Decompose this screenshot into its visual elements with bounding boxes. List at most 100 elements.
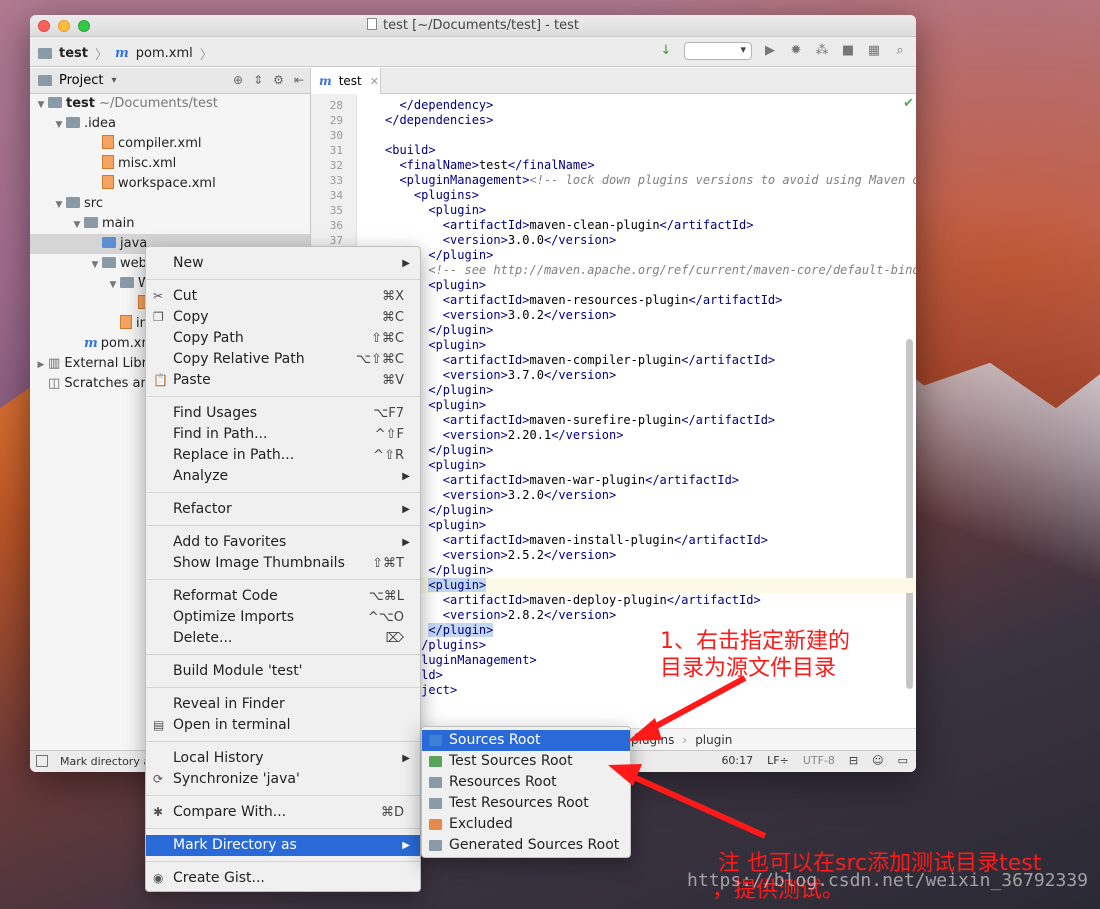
tree-row[interactable]: workspace.xml [30,174,310,194]
menu-item[interactable]: 📋 Paste ⌘V [146,370,420,391]
expand-arrow-icon[interactable]: ▼ [70,215,84,235]
tool-windows-icon[interactable] [36,755,48,767]
menu-item[interactable]: Local History ▶ [146,748,420,769]
submenu-item[interactable]: Test Resources Root [422,793,630,814]
menu-item[interactable]: Analyze ▶ [146,466,420,487]
debug-icon[interactable]: ✹ [788,43,804,59]
run-configuration-select[interactable] [684,42,752,60]
line-number: 28 [329,99,343,112]
editor-breadcrumb-item[interactable]: plugins [631,733,674,747]
lock-icon[interactable]: ⊟ [849,754,858,767]
expand-arrow-icon[interactable]: ▼ [52,195,66,215]
xml-tag: </plugin> [428,248,494,262]
menu-item[interactable]: ✱ Compare With... ⌘D [146,802,420,823]
menu-item[interactable]: Copy Relative Path ⌥⇧⌘C [146,349,420,370]
code-line: 32 <finalName>test</finalName> [311,158,916,173]
tree-item-label: test [66,96,95,111]
menu-item[interactable]: ✂ Cut ⌘X [146,286,420,307]
tree-row[interactable]: ▼ .idea [30,114,310,134]
code-line: 29 </dependencies> [311,113,916,128]
event-log-icon[interactable]: ▭ [898,754,908,767]
menu-item[interactable]: Show Image Thumbnails ⇧⌘T [146,553,420,574]
project-view-selector[interactable]: Project ▾ [38,73,117,88]
breadcrumb-project[interactable]: test [59,46,88,61]
tree-row[interactable]: compiler.xml [30,134,310,154]
project-structure-icon[interactable]: ▦ [866,43,882,59]
tree-item-label: .idea [84,116,116,131]
tab-pom[interactable]: m test ✕ [311,68,381,94]
menu-item[interactable]: Delete... ⌦ [146,628,420,649]
submenu-item[interactable]: Sources Root [422,730,630,751]
tree-row[interactable]: ▼ src [30,194,310,214]
hide-icon[interactable]: ⇤ [294,73,304,87]
menu-item[interactable]: Build Module 'test' [146,661,420,682]
submenu-item[interactable]: Excluded [422,814,630,835]
code-value: 2.5.2 [507,548,544,562]
menu-item[interactable]: Optimize Imports ^⌥O [146,607,420,628]
menu-item-label: Mark Directory as [173,837,297,853]
expand-arrow-icon[interactable]: ▼ [34,95,48,115]
folder-icon [429,756,442,767]
file-encoding[interactable]: UTF-8 [803,754,835,767]
status-widgets: 60:17 LF÷ UTF-8 ⊟ ☺ ▭ [721,754,908,767]
submenu-arrow-icon: ▶ [402,840,410,851]
menu-item-label: Reveal in Finder [173,696,285,712]
menu-item[interactable]: Refactor ▶ [146,499,420,520]
menu-item-icon: ▤ [153,718,165,732]
close-icon[interactable]: ✕ [370,75,379,88]
menu-item[interactable]: Mark Directory as ▶ [146,835,420,856]
menu-item[interactable]: ◉ Create Gist... [146,868,420,889]
stop-icon[interactable]: ■ [840,43,856,59]
folder-icon [66,117,80,128]
expand-arrow-icon[interactable]: ▶ [34,355,48,375]
menu-item[interactable]: Copy Path ⇧⌘C [146,328,420,349]
menu-item[interactable]: Reveal in Finder [146,694,420,715]
code-value: 2.20.1 [507,428,552,442]
submenu-item[interactable]: Test Sources Root [422,751,630,772]
locate-icon[interactable]: ⊕ [233,73,243,87]
menu-item[interactable]: Replace in Path... ^⇧R [146,445,420,466]
menu-item[interactable]: Add to Favorites ▶ [146,532,420,553]
menu-item-label: Build Module 'test' [173,663,303,679]
submenu-item-label: Resources Root [449,774,557,790]
run-icon[interactable]: ▶ [762,43,778,59]
menu-item-icon: ❐ [153,310,164,324]
expand-arrow-icon[interactable]: ▼ [88,255,102,275]
breadcrumb-file[interactable]: pom.xml [136,46,193,61]
submenu-item-label: Generated Sources Root [449,837,620,853]
tree-row[interactable]: ▼ test ~/Documents/test [30,94,310,114]
expand-arrow-icon[interactable]: ▼ [52,115,66,135]
line-separator[interactable]: LF÷ [767,754,789,767]
coverage-icon[interactable]: ⁂ [814,43,830,59]
xml-tag: </plugin> [428,623,494,637]
gear-icon[interactable]: ⚙ [273,73,284,87]
tree-row[interactable]: ▼ main [30,214,310,234]
search-icon[interactable]: ⌕ [892,43,908,59]
menu-item[interactable]: Reformat Code ⌥⌘L [146,586,420,607]
inspector-icon[interactable]: ☺ [872,754,883,767]
menu-item[interactable]: Find Usages ⌥F7 [146,403,420,424]
menu-item[interactable]: Find in Path... ^⇧F [146,424,420,445]
expand-arrow-icon[interactable]: ▼ [106,275,120,295]
tree-row[interactable]: misc.xml [30,154,310,174]
chevron-right-icon: 〉 [199,48,213,63]
sort-icon[interactable]: ↓ [658,43,674,59]
menu-item[interactable]: ⟳ Synchronize 'java' [146,769,420,790]
submenu-item[interactable]: Resources Root [422,772,630,793]
menu-item[interactable]: ❐ Copy ⌘C [146,307,420,328]
menu-item[interactable]: New ▶ [146,253,420,274]
line-number: 31 [329,144,343,157]
editor-breadcrumb-item[interactable]: plugin [695,733,732,747]
submenu-item[interactable]: Generated Sources Root [422,835,630,856]
xml-tag: </version> [543,308,617,322]
code-text: <artifactId>maven-clean-plugin</artifact… [385,218,754,233]
menu-separator [146,687,420,688]
code-text: <plugin> [385,203,486,218]
xml-tag: </dependencies> [385,113,494,127]
line-number: 30 [329,129,343,142]
cursor-position[interactable]: 60:17 [721,754,753,767]
folder-icon [102,257,116,268]
menu-item[interactable]: ▤ Open in terminal [146,715,420,736]
collapse-icon[interactable]: ⇕ [253,73,263,87]
xml-tag: </version> [543,368,617,382]
